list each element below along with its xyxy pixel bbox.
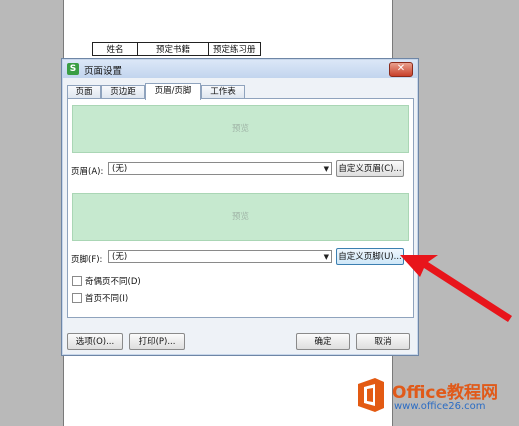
tab-header-footer[interactable]: 页眉/页脚: [145, 83, 201, 100]
red-arrow-annotation: [400, 255, 512, 322]
office-logo-icon: [358, 378, 384, 412]
watermark-brand: Office教程网: [392, 383, 499, 403]
watermark-url: www.office26.com: [394, 401, 486, 412]
arrow-icon: [400, 255, 512, 322]
